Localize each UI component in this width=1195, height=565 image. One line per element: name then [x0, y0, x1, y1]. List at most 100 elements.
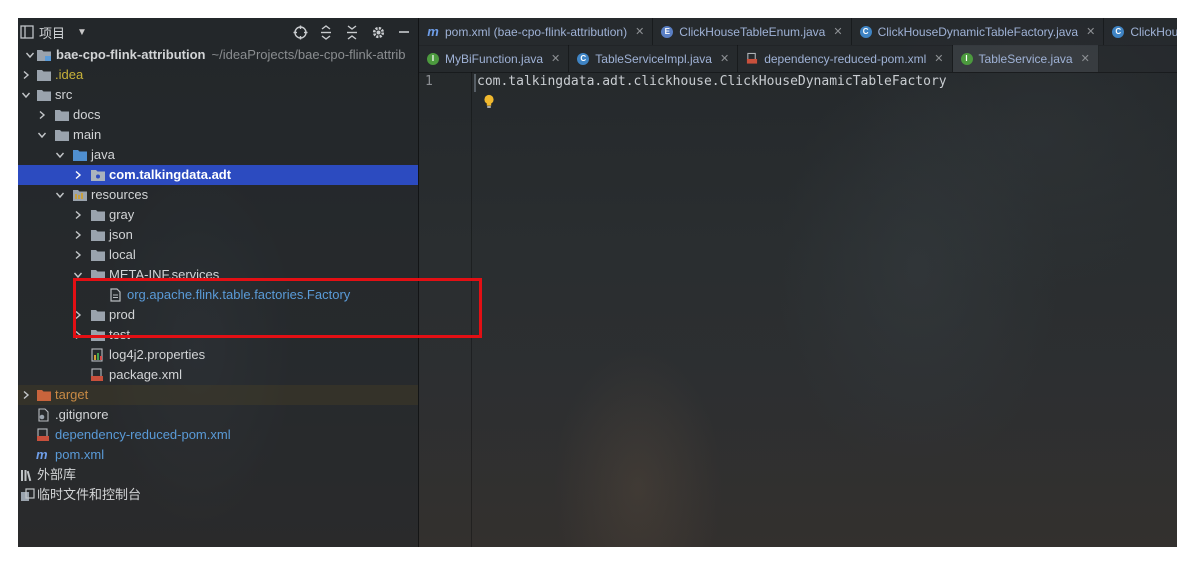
chevron-down-icon[interactable] — [36, 125, 48, 145]
tree-item-label: json — [109, 227, 133, 242]
tree-item-external-libraries[interactable]: 外部库 — [18, 465, 418, 485]
close-icon[interactable]: ✕ — [1086, 25, 1095, 38]
tab-label: pom.xml (bae-cpo-flink-attribution) — [445, 24, 628, 39]
xml-file-icon — [37, 428, 49, 441]
project-tree: bae-cpo-flink-attribution ~/ideaProjects/… — [18, 45, 418, 505]
close-icon[interactable]: ✕ — [833, 25, 842, 38]
tab-pom-xml[interactable]: m pom.xml (bae-cpo-flink-attribution) ✕ — [419, 18, 654, 45]
chevron-right-icon[interactable] — [72, 245, 84, 265]
tab-table-service[interactable]: I TableService.java ✕ — [952, 45, 1099, 72]
tab-my-bi-function[interactable]: I MyBiFunction.java ✕ — [419, 45, 570, 72]
interface-icon: I — [960, 52, 973, 65]
chevron-down-icon[interactable] — [24, 45, 36, 65]
chevron-down-icon[interactable] — [20, 85, 32, 105]
tree-item-package-com-talkingdata-adt[interactable]: com.talkingdata.adt — [18, 165, 418, 185]
tree-item-gray-folder[interactable]: gray — [18, 205, 418, 225]
tree-item-idea-folder[interactable]: .idea — [18, 65, 418, 85]
collapse-all-button[interactable] — [342, 22, 362, 42]
interface-icon: I — [427, 52, 439, 65]
project-panel-toolbar: 项目 ▼ — [18, 18, 418, 46]
tree-item-main-folder[interactable]: main — [18, 125, 418, 145]
tree-item-label: 临时文件和控制台 — [37, 487, 142, 502]
tree-item-docs-folder[interactable]: docs — [18, 105, 418, 125]
scratches-icon — [21, 488, 35, 501]
crosshair-icon — [293, 25, 307, 39]
code-line[interactable]: com.talkingdata.adt.clickhouse.ClickHous… — [477, 74, 947, 89]
folder-icon — [91, 250, 105, 261]
tab-clickhouse-dynamic-table-factory[interactable]: C ClickHouseDynamicTableFactory.java ✕ — [852, 18, 1105, 45]
folder-icon — [37, 90, 51, 101]
class-icon: C — [1112, 25, 1125, 38]
folder-icon — [55, 130, 69, 141]
collapse-all-icon — [347, 24, 357, 40]
gear-icon — [372, 26, 384, 38]
class-icon: C — [577, 52, 590, 65]
close-icon[interactable]: ✕ — [934, 52, 943, 65]
close-icon[interactable]: ✕ — [1081, 52, 1090, 65]
chevron-right-icon[interactable] — [36, 105, 48, 125]
chevron-down-icon: ▼ — [77, 26, 87, 38]
locate-file-button[interactable] — [290, 22, 310, 42]
tree-item-java-folder[interactable]: java — [18, 145, 418, 165]
chevron-right-icon[interactable] — [72, 205, 84, 225]
tree-item-dependency-reduced-pom[interactable]: dependency-reduced-pom.xml — [18, 425, 418, 445]
module-folder-icon — [37, 50, 51, 61]
tree-item-target-folder[interactable]: target — [18, 385, 418, 405]
minimize-icon — [399, 31, 409, 33]
tab-label: TableServiceImpl.java — [595, 51, 712, 66]
folder-icon — [91, 210, 105, 221]
chevron-right-icon[interactable] — [72, 165, 84, 185]
tree-item-scratches-and-consoles[interactable]: 临时文件和控制台 — [18, 485, 418, 505]
tab-label: dependency-reduced-pom.xml — [764, 51, 927, 66]
tree-item-package-xml[interactable]: package.xml — [18, 365, 418, 385]
tab-table-service-impl[interactable]: C TableServiceImpl.java ✕ — [569, 45, 739, 72]
ide-window: 项目 ▼ bae-cpo-flink-attribution ~/ideaPro… — [18, 18, 1177, 547]
tree-item-gitignore[interactable]: .gitignore — [18, 405, 418, 425]
chevron-down-icon[interactable] — [54, 185, 66, 205]
tree-item-json-folder[interactable]: json — [18, 225, 418, 245]
close-icon[interactable]: ✕ — [720, 52, 729, 65]
tab-clickhouse-table-enum[interactable]: E ClickHouseTableEnum.java ✕ — [653, 18, 852, 45]
tree-item-label: bae-cpo-flink-attribution ~/ideaProjects/… — [56, 47, 406, 62]
chevron-right-icon[interactable] — [20, 385, 32, 405]
line-number: 1 — [425, 74, 433, 89]
tree-item-label: gray — [109, 207, 135, 222]
tree-item-log4j2-properties[interactable]: log4j2.properties — [18, 345, 418, 365]
chevron-down-icon[interactable] — [54, 145, 66, 165]
tree-item-label: docs — [73, 107, 101, 122]
expand-all-icon — [321, 24, 331, 40]
lightbulb-icon[interactable] — [483, 94, 495, 109]
tab-dependency-reduced-pom[interactable]: dependency-reduced-pom.xml ✕ — [738, 45, 953, 72]
xml-file-icon — [91, 368, 103, 381]
current-line-marker — [474, 74, 476, 92]
tree-item-resources-folder[interactable]: resources — [18, 185, 418, 205]
tree-item-local-folder[interactable]: local — [18, 245, 418, 265]
enum-icon: E — [661, 25, 674, 38]
package-icon — [91, 170, 105, 181]
project-view-selector[interactable]: 项目 ▼ — [18, 23, 87, 42]
tree-item-label: com.talkingdata.adt — [109, 167, 232, 182]
tree-item-src-folder[interactable]: src — [18, 85, 418, 105]
folder-icon — [37, 70, 51, 81]
editor-tabs-row-2: I MyBiFunction.java ✕ C TableServiceImpl… — [419, 45, 1177, 73]
tab-clickhouse-d[interactable]: C ClickHouseD — [1104, 18, 1177, 45]
tree-item-label: resources — [91, 187, 149, 202]
tree-item-pom-xml[interactable]: m pom.xml — [18, 445, 418, 465]
tab-label: ClickHouseDynamicTableFactory.java — [877, 24, 1079, 39]
project-panel-icon — [20, 25, 34, 39]
tree-item-label: pom.xml — [55, 447, 105, 462]
gitignore-file-icon — [38, 408, 49, 422]
library-icon — [21, 470, 32, 482]
settings-button[interactable] — [368, 22, 388, 42]
folder-icon — [91, 230, 105, 241]
tree-item-project-root[interactable]: bae-cpo-flink-attribution ~/ideaProjects/… — [18, 45, 418, 65]
close-icon[interactable]: ✕ — [551, 52, 560, 65]
tree-item-label: .idea — [55, 67, 84, 82]
hide-panel-button[interactable] — [394, 22, 414, 42]
maven-m-icon: m — [427, 24, 439, 39]
chevron-right-icon[interactable] — [72, 225, 84, 245]
close-icon[interactable]: ✕ — [635, 25, 644, 38]
tab-label: TableService.java — [978, 51, 1073, 66]
expand-all-button[interactable] — [316, 22, 336, 42]
chevron-right-icon[interactable] — [20, 65, 32, 85]
